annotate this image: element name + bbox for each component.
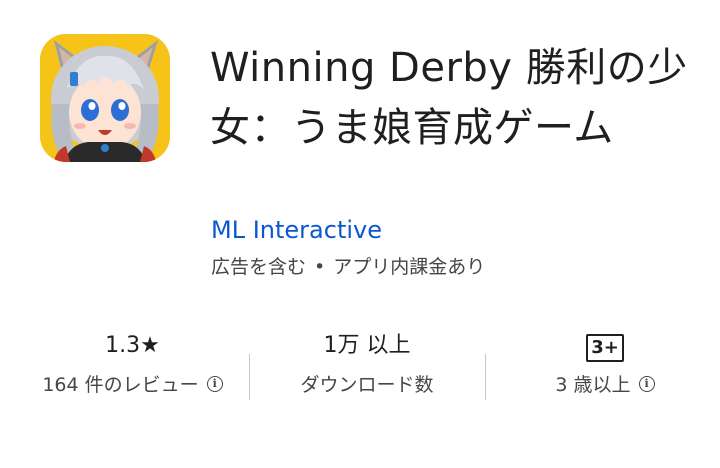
app-icon [40, 34, 170, 162]
anime-horse-girl-app-icon [40, 34, 170, 162]
content-rating-text: 3 歳以上 [555, 374, 631, 396]
app-title: Winning Derby 勝利の少女：うま娘育成ゲーム [210, 45, 688, 151]
in-app-purchases-note: アプリ内課金あり [333, 256, 486, 278]
review-count-text: 164 件のレビュー [42, 374, 199, 396]
info-icon[interactable]: i [206, 375, 223, 392]
downloads-label: ダウンロード数 [300, 374, 434, 396]
contains-ads-note: 広告を含む [211, 256, 307, 278]
app-notes: 広告を含む • アプリ内課金あり [211, 253, 485, 281]
rating-stat[interactable]: 1.3★ 164 件のレビュー i [40, 330, 225, 400]
content-rating-stat[interactable]: 3+ 3 歳以上 i [505, 330, 705, 400]
developer-link[interactable]: ML Interactive [211, 214, 382, 246]
review-count-label: 164 件のレビュー i [40, 370, 225, 400]
downloads-stat: 1万 以上 ダウンロード数 [262, 330, 472, 400]
stat-divider [485, 354, 486, 400]
content-rating-label: 3 歳以上 i [505, 370, 705, 400]
content-rating-badge-wrap: 3+ [505, 330, 705, 362]
info-icon[interactable]: i [638, 375, 655, 392]
notes-separator: • [314, 256, 326, 278]
content-rating-badge: 3+ [586, 334, 624, 362]
rating-value: 1.3★ [105, 333, 160, 358]
downloads-value: 1万 以上 [323, 333, 411, 358]
stats-row: 1.3★ 164 件のレビュー i 1万 以上 ダウンロード数 3+ 3 歳以上 i [0, 330, 720, 440]
stat-divider [249, 354, 250, 400]
